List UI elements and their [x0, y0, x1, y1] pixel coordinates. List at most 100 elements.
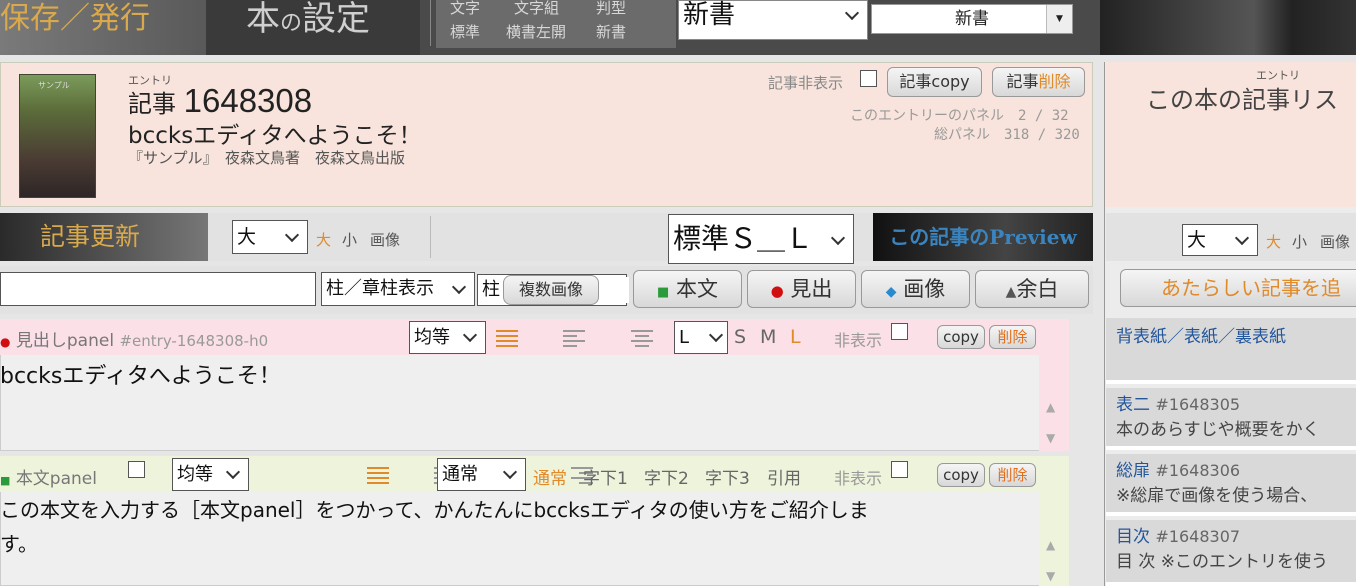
entry-kind: 記事	[128, 90, 176, 118]
heading-copy-button[interactable]: copy	[937, 325, 985, 349]
heading-move-up-icon[interactable]: ▲	[1046, 400, 1055, 414]
entry-copy-button[interactable]: 記事copy	[887, 67, 982, 97]
body-delete-button[interactable]: 削除	[989, 463, 1036, 487]
chevron-down-icon	[225, 464, 241, 480]
add-heading-panel-button[interactable]: ● 見出	[747, 270, 856, 308]
sidebar-item-title: 総扉	[1116, 461, 1150, 481]
size-small-link[interactable]: 小	[342, 229, 357, 250]
entry-heading: 記事 1648308	[128, 82, 312, 120]
entry-panel-count: このエントリーのパネル 2 / 32	[850, 108, 1069, 124]
heading-delete-button[interactable]: 削除	[989, 325, 1036, 349]
preview-size-select-value: 大	[237, 226, 257, 248]
heading-size-l[interactable]: L	[790, 326, 801, 348]
heading-panel-title: ● 見出しpanel #entry-1648308-h0	[0, 326, 268, 351]
sidebar-size-image[interactable]: 画像	[1320, 231, 1350, 252]
body-text-area[interactable]: この本文を入力する［本文panel］をつかって、かんたんにbccksエディタの使…	[0, 493, 1039, 586]
align-justify-icon[interactable]	[367, 466, 390, 485]
preview-entry-button[interactable]: この記事のPreview	[873, 213, 1093, 261]
sidebar-list-item[interactable]: 表二 #1648305 本のあらすじや概要をかく	[1106, 388, 1356, 450]
size-image-link[interactable]: 画像	[370, 229, 400, 250]
preview-size-select[interactable]: 大	[232, 220, 308, 254]
save-publish-button[interactable]: 保存／発行	[0, 0, 206, 55]
total-panel-count: 総パネル 318 / 320	[934, 127, 1080, 143]
book-settings-label-1: 本	[246, 0, 280, 39]
book-format-summary[interactable]: 文字 文字組 判型 標準 横書左開 新書	[436, 0, 676, 48]
heading-hide-checkbox[interactable]	[891, 323, 908, 340]
body-hide-checkbox[interactable]	[891, 461, 908, 478]
body-indent-select[interactable]: 通常	[437, 458, 526, 491]
align-center-icon[interactable]	[631, 329, 654, 348]
heading-panel-anchor: #entry-1648308-h0	[119, 332, 269, 350]
quote-link[interactable]: 引用	[767, 464, 801, 489]
entry-book-line: 『サンプル』 夜森文鳥著 夜森文鳥出版	[128, 149, 406, 167]
value-size: 新書	[596, 23, 627, 41]
multi-image-button[interactable]: 複数画像	[503, 275, 599, 305]
triangle-up-icon: ▲	[1005, 284, 1017, 300]
sidebar-list-item[interactable]: 総扉 #1648306 ※総扉で画像を使う場合、	[1106, 454, 1356, 516]
toolbar-divider	[430, 216, 431, 258]
indent-1-link[interactable]: 字下1	[583, 464, 628, 489]
update-entry-button[interactable]: 記事更新	[0, 213, 208, 261]
body-text-line-1: この本文を入力する［本文panel］をつかって、かんたんにbccksエディタの使…	[0, 498, 869, 522]
new-entry-button[interactable]: あたらしい記事を追	[1120, 269, 1356, 307]
add-margin-label: 余白	[1016, 277, 1059, 301]
value-font: 標準	[450, 23, 481, 41]
heading-size-select-value: L	[679, 327, 690, 348]
add-heading-label: 見出	[790, 277, 833, 301]
heading-hide-label: 非表示	[834, 331, 883, 350]
book-settings-label-2: の	[280, 11, 303, 36]
label-typesetting: 文字組	[514, 0, 560, 17]
align-left-icon[interactable]	[563, 329, 586, 348]
sidebar-title: この本の記事リス	[1146, 86, 1338, 114]
book-format-select-2[interactable]: 新書 ▼	[871, 4, 1073, 34]
chevron-down-icon	[1234, 230, 1250, 246]
add-image-label: 画像	[903, 277, 946, 301]
book-format-select[interactable]: 新書	[678, 0, 868, 40]
add-text-label: 本文	[675, 277, 718, 301]
book-settings-button[interactable]: 本の設定	[206, 0, 420, 55]
body-copy-button[interactable]: copy	[937, 463, 985, 487]
entry-text-input[interactable]	[0, 272, 316, 306]
value-typesetting: 横書左開	[506, 23, 567, 41]
indent-2-link[interactable]: 字下2	[644, 464, 689, 489]
pillar-select[interactable]: 柱／章柱表示	[321, 272, 475, 306]
chevron-down-icon	[844, 5, 860, 21]
heading-move-down-icon[interactable]: ▼	[1046, 431, 1055, 445]
sidebar-size-small[interactable]: 小	[1292, 231, 1307, 252]
entry-delete-prefix: 記事	[1006, 72, 1039, 91]
entry-title: bccksエディタへようこそ！	[128, 123, 422, 149]
body-move-down-icon[interactable]: ▼	[1046, 569, 1055, 583]
style-select[interactable]: 標準Ｓ＿Ｌ	[668, 214, 854, 264]
heading-size-m[interactable]: M	[760, 326, 776, 348]
sidebar-list-item[interactable]: 目次 #1648307 目 次 ※このエントリを使う	[1106, 520, 1356, 586]
heading-size-select[interactable]: L	[674, 321, 728, 354]
indent-3-link[interactable]: 字下3	[705, 464, 750, 489]
heading-align-select[interactable]: 均等	[409, 321, 486, 354]
heading-size-s[interactable]: S	[734, 326, 746, 348]
body-panel-select-checkbox[interactable]	[128, 461, 145, 478]
book-cover-thumbnail	[19, 74, 96, 198]
body-move-up-icon[interactable]: ▲	[1046, 538, 1055, 552]
add-image-panel-button[interactable]: ◆ 画像	[861, 270, 970, 308]
size-large-link[interactable]: 大	[316, 229, 331, 250]
book-settings-label-3: 設定	[302, 0, 371, 39]
body-align-select[interactable]: 均等	[172, 458, 249, 491]
style-select-value: 標準Ｓ＿Ｌ	[673, 222, 814, 255]
body-indent-select-value: 通常	[442, 464, 478, 485]
sidebar-size-select[interactable]: 大	[1182, 224, 1258, 256]
add-text-panel-button[interactable]: ■ 本文	[633, 270, 742, 308]
add-margin-panel-button[interactable]: ▲余白	[975, 270, 1089, 308]
entry-hide-checkbox[interactable]	[860, 70, 877, 87]
chevron-down-icon	[451, 279, 467, 295]
sidebar-list-item[interactable]: 背表紙／表紙／裏表紙	[1106, 318, 1356, 384]
green-square-icon: ■	[0, 474, 11, 487]
indent-normal-link[interactable]: 通常	[533, 464, 567, 489]
sidebar-item-title: 表二	[1116, 395, 1150, 415]
sidebar-size-large[interactable]: 大	[1266, 231, 1281, 252]
align-justify-icon[interactable]	[496, 329, 518, 348]
chevron-down-icon	[502, 464, 518, 480]
pillar-select-2-value: 柱	[482, 279, 500, 300]
heading-text-area[interactable]: bccksエディタへようこそ！	[0, 357, 1039, 449]
entry-delete-suffix: 削除	[1038, 72, 1071, 91]
entry-delete-button[interactable]: 記事削除	[992, 67, 1085, 97]
